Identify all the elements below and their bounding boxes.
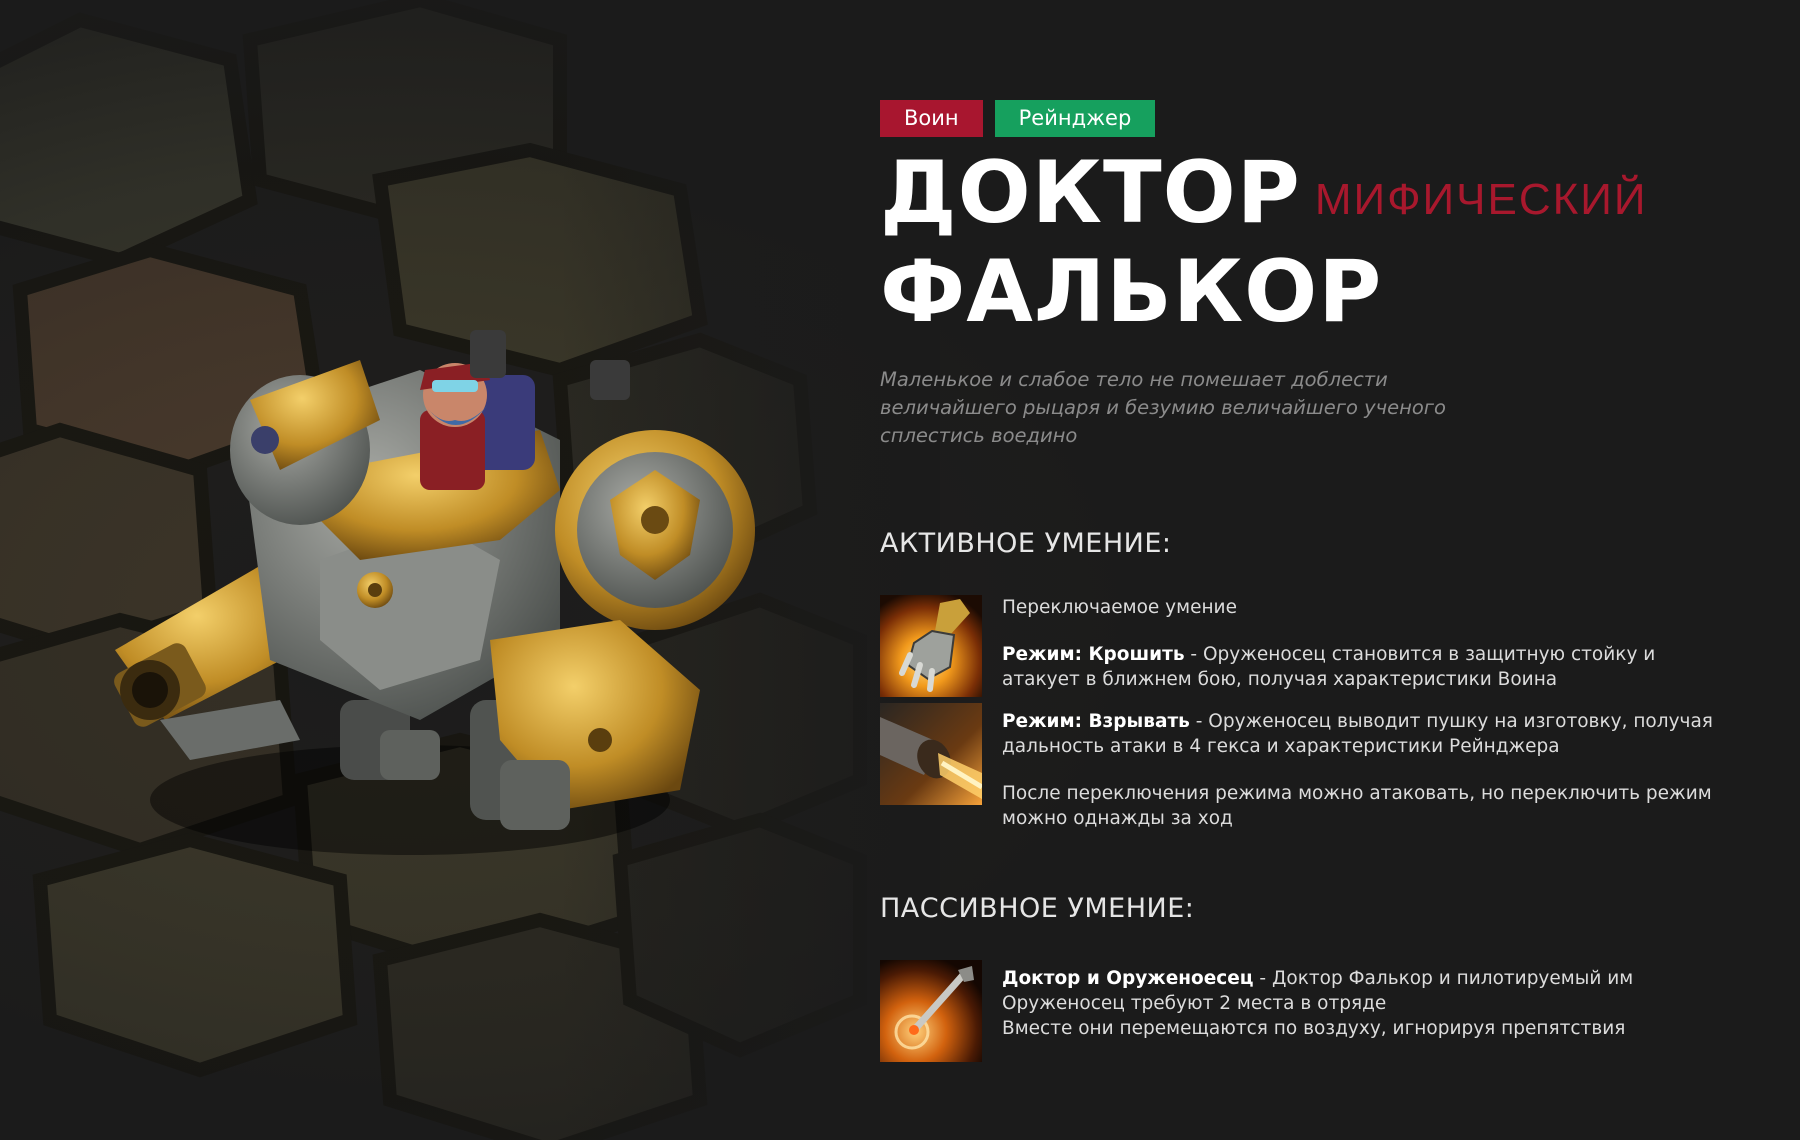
hero-name-line2: ФАЛЬКОР bbox=[880, 242, 1383, 342]
hero-info-panel: Воин Рейнджер ДОКТОР МИФИЧЕСКИЙ ФАЛЬКОР М… bbox=[880, 100, 1730, 1062]
wrench-icon bbox=[880, 960, 982, 1062]
hero-title: ДОКТОР МИФИЧЕСКИЙ ФАЛЬКОР bbox=[880, 147, 1730, 338]
passive-text: Доктор и Оруженоесец - Доктор Фалькор и … bbox=[1002, 968, 1634, 1014]
passive-text-2: Вместе они перемещаются по воздуху, игно… bbox=[1002, 1018, 1626, 1039]
mode-blast-name: Режим: Взрывать bbox=[1002, 711, 1190, 732]
class-tags: Воин Рейнджер bbox=[880, 100, 1730, 137]
mode-blast-text: Режим: Взрывать - Оруженосец выводит пуш… bbox=[1002, 711, 1713, 757]
hero-name-line1: ДОКТОР bbox=[880, 143, 1301, 243]
cannon-icon bbox=[880, 703, 982, 805]
tag-ranger: Рейнджер bbox=[994, 100, 1156, 137]
mode-switch-note: После переключения режима можно атаковат… bbox=[1002, 783, 1712, 829]
rarity-label: МИФИЧЕСКИЙ bbox=[1314, 175, 1648, 224]
mode-crush-name: Режим: Крошить bbox=[1002, 644, 1185, 665]
tag-warrior: Воин bbox=[880, 100, 983, 137]
active-skill-blast: Режим: Взрывать - Оруженосец выводит пуш… bbox=[880, 703, 1730, 831]
toggle-skill-label: Переключаемое умение bbox=[1002, 597, 1237, 618]
hero-description: Маленькое и слабое тело не помешает добл… bbox=[880, 368, 1446, 447]
mode-crush-text: Режим: Крошить - Оруженосец становится в… bbox=[1002, 644, 1656, 690]
gauntlet-icon bbox=[880, 595, 982, 697]
passive-skill: Доктор и Оруженоесец - Доктор Фалькор и … bbox=[880, 960, 1730, 1062]
passive-name: Доктор и Оруженоесец bbox=[1002, 968, 1254, 989]
active-skill-crush: Переключаемое умение Режим: Крошить - Ор… bbox=[880, 595, 1730, 697]
passive-skill-title: ПАССИВНОЕ УМЕНИЕ: bbox=[880, 893, 1195, 924]
active-skill-title: АКТИВНОЕ УМЕНИЕ: bbox=[880, 528, 1172, 559]
